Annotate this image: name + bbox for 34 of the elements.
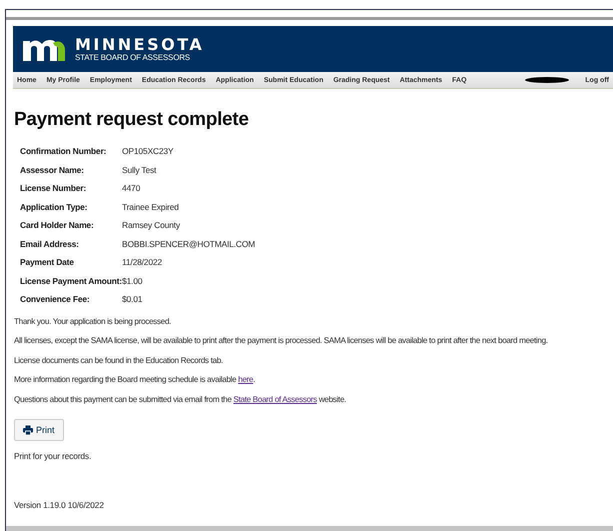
field-value: 11/28/2022 [122,256,163,268]
text-link[interactable]: State Board of Assessors [233,394,317,404]
redaction-mark [525,77,570,83]
field-label: Assessor Name: [20,164,85,176]
message-text: Questions about this payment can be submitted via email from the State Board of Assessors website. [14,394,348,405]
field-label: License Number: [20,182,87,194]
field-label: Confirmation Number: [20,145,108,158]
field-value: OP105XC23Y [122,145,174,158]
page-title: Payment request complete [14,109,250,131]
logo-subtitle: STATE BOARD OF ASSESSORS [75,52,191,62]
message-text: License documents can be found in the Education Records tab. [14,354,224,366]
field-label: License Payment Amount: [20,274,122,287]
print-note: Print for your records. [14,451,92,461]
logo-title: MINNESOTA [75,36,204,52]
message-text: More information regarding the Board meeting schedule is available here. [14,374,256,386]
printer-icon [23,425,33,435]
field-value: BOBBI.SPENCER@HOTMAIL.COM [122,238,256,250]
text-link[interactable]: here [238,375,254,384]
field-label: Email Address: [20,238,80,250]
message-text: All licenses, except the SAMA license, will be available to print after the payment is processed. SAMA licenses will be available to print after the next board meeting. [14,335,549,346]
version-text: Version 1.19.0 10/6/2022 [14,500,105,510]
message-text: Thank you. Your application is being processed. [14,316,172,327]
field-value: 4470 [122,182,142,194]
field-label: Card Holder Name: [20,219,95,232]
field-value: $1.00 [122,274,144,287]
state-logo-icon [23,37,65,61]
field-value: Trainee Expired [122,200,180,213]
print-button[interactable]: Print [14,419,64,441]
field-value: Ramsey County [122,219,181,232]
field-label: Payment Date [20,256,75,268]
field-value: Sully Test [122,164,158,176]
field-label: Application Type: [20,200,88,213]
field-label: Convenience Fee: [20,293,91,306]
field-value: $0.01 [122,293,144,306]
